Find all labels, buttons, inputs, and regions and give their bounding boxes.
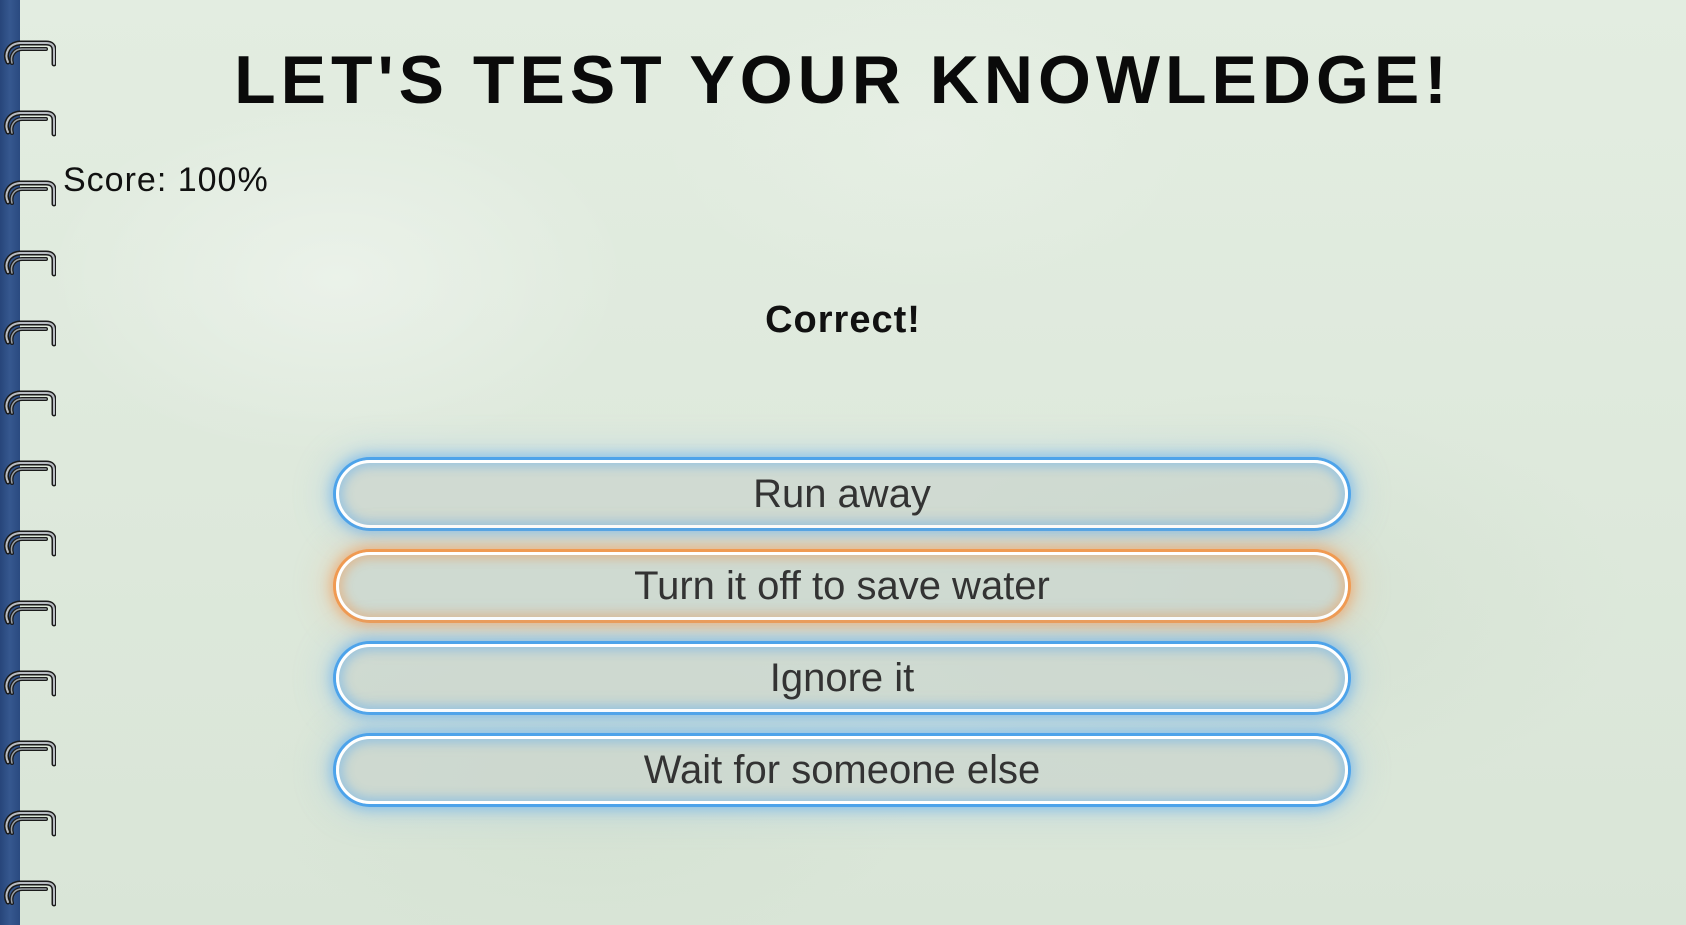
score-label: Score: 100% — [63, 161, 269, 199]
answer-feedback: Correct! — [765, 299, 921, 341]
page-title: LET'S TEST YOUR KNOWLEDGE! — [234, 42, 1452, 118]
spiral-ring-icon — [4, 530, 56, 557]
spiral-ring-icon — [4, 390, 56, 417]
spiral-ring-icon — [4, 880, 56, 907]
spiral-ring-icon — [4, 180, 56, 207]
answer-option-run-away[interactable]: Run away — [336, 460, 1348, 528]
spiral-ring-icon — [4, 740, 56, 767]
spiral-ring-icon — [4, 810, 56, 837]
spiral-ring-icon — [4, 670, 56, 697]
quiz-page: LET'S TEST YOUR KNOWLEDGE! Score: 100% C… — [0, 0, 1686, 925]
answer-option-wait-for-someone[interactable]: Wait for someone else — [336, 736, 1348, 804]
notebook-binding — [0, 0, 64, 925]
answer-option-turn-off-water[interactable]: Turn it off to save water — [336, 552, 1348, 620]
spiral-ring-icon — [4, 600, 56, 627]
spiral-ring-icon — [4, 460, 56, 487]
answer-option-ignore-it[interactable]: Ignore it — [336, 644, 1348, 712]
spiral-ring-icon — [4, 250, 56, 277]
answer-options: Run away Turn it off to save water Ignor… — [336, 460, 1348, 828]
